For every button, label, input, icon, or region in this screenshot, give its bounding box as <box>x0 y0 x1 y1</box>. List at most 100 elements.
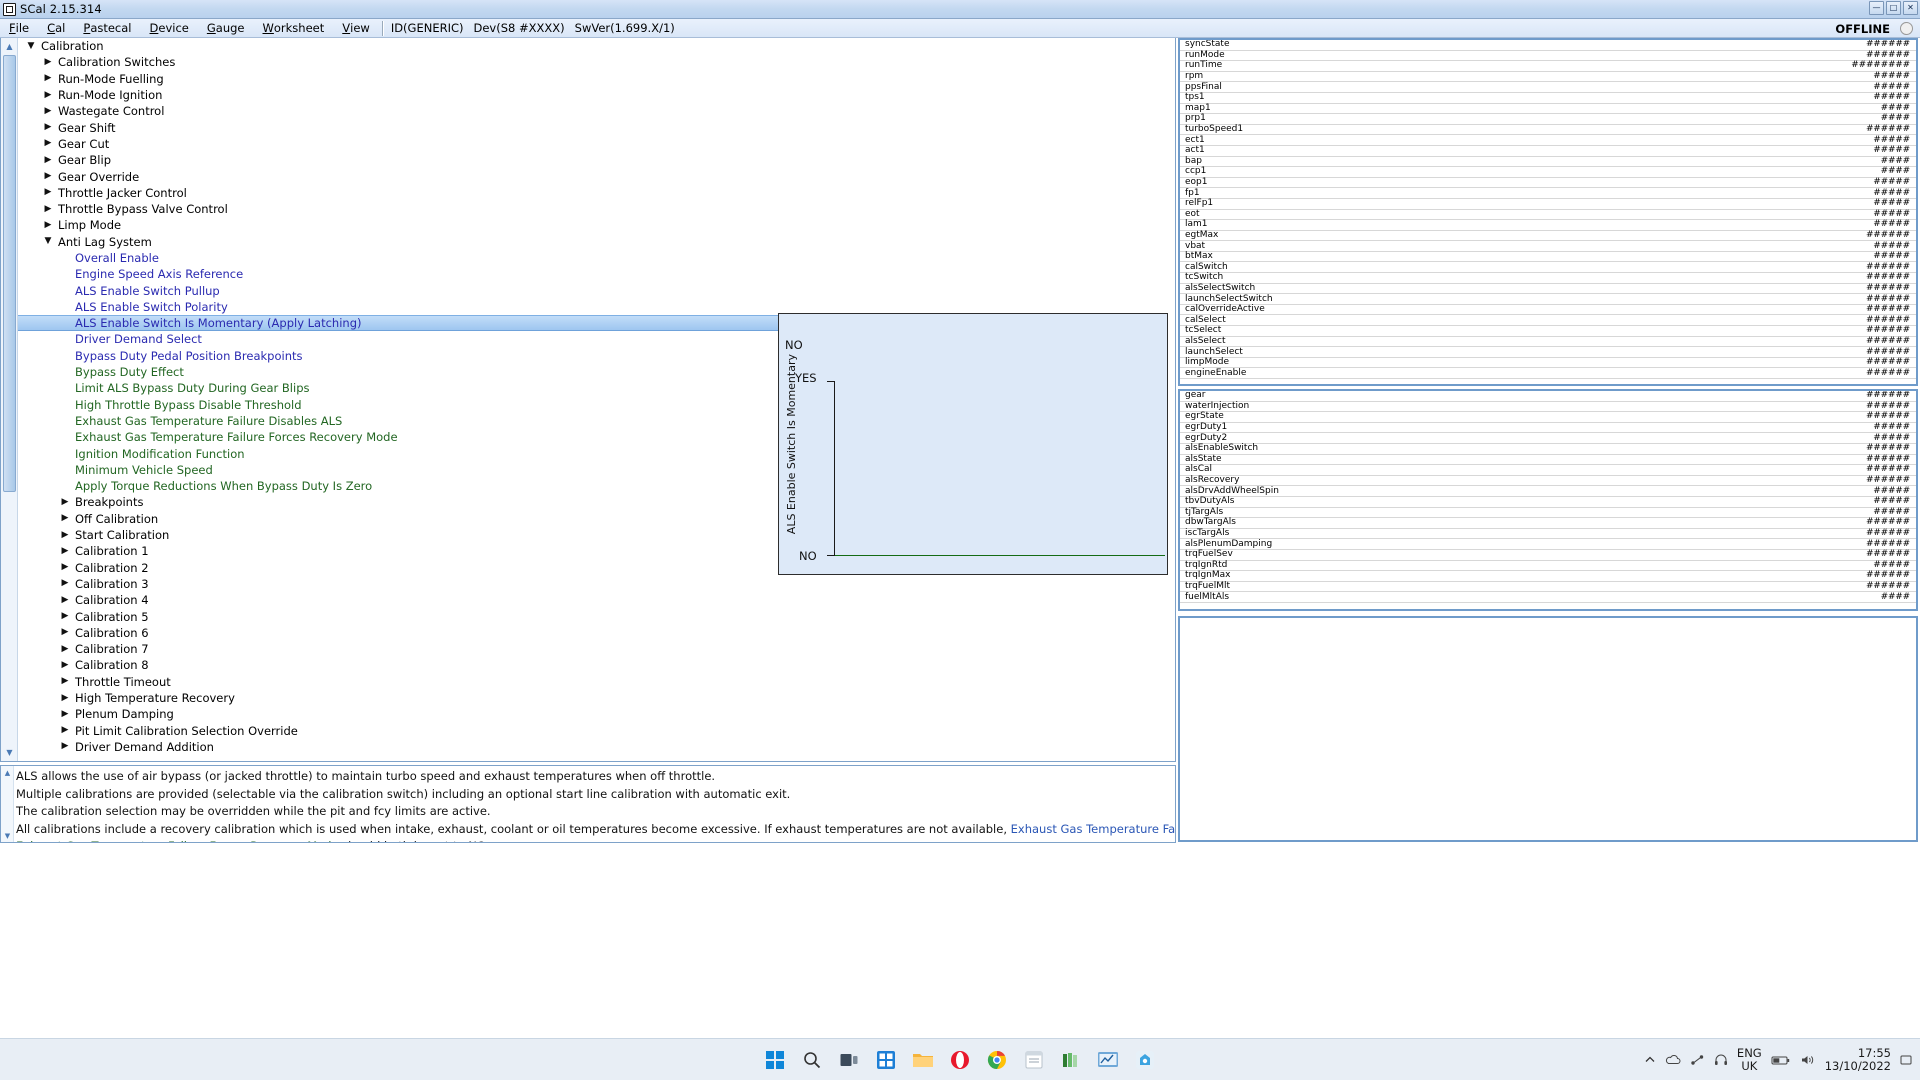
description-scroll-down-icon[interactable]: ▼ <box>2 830 13 841</box>
gauge-row[interactable]: vbat##### <box>1180 241 1916 252</box>
tray-network-share-icon[interactable] <box>1690 1054 1705 1066</box>
chevron-right-icon[interactable]: ▶ <box>58 710 72 719</box>
chevron-right-icon[interactable]: ▶ <box>58 579 72 588</box>
gauge-row[interactable]: ppsFinal##### <box>1180 82 1916 93</box>
store-icon[interactable] <box>1132 1047 1158 1073</box>
chevron-right-icon[interactable]: ▶ <box>58 596 72 605</box>
tree-item[interactable]: ▼Anti Lag System <box>18 234 1175 250</box>
scroll-up-icon[interactable]: ▲ <box>3 40 16 53</box>
windows-start-icon[interactable] <box>762 1047 788 1073</box>
gauge-row[interactable]: alsCal###### <box>1180 465 1916 476</box>
gauge-row[interactable]: rpm##### <box>1180 72 1916 83</box>
chevron-right-icon[interactable]: ▶ <box>41 156 55 165</box>
description-scroll-up-icon[interactable]: ▲ <box>2 767 13 778</box>
file-explorer-icon[interactable] <box>910 1047 936 1073</box>
gauge-row[interactable]: egrState###### <box>1180 412 1916 423</box>
notepad-icon[interactable] <box>1021 1047 1047 1073</box>
chevron-right-icon[interactable]: ▶ <box>58 531 72 540</box>
tree-item[interactable]: ALS Enable Switch Is Momentary (Apply La… <box>18 315 780 331</box>
calibration-chart-panel[interactable]: NO ALS Enable Switch Is Momentary YES NO <box>778 313 1168 575</box>
gauge-row[interactable]: tjTargAls##### <box>1180 508 1916 519</box>
tree-scrollbar[interactable]: ▲ ▼ <box>1 38 18 761</box>
gauge-row[interactable]: fuelMltAls#### <box>1180 592 1916 603</box>
tree-item[interactable]: ▶Calibration Switches <box>18 54 1175 70</box>
menu-file[interactable]: File <box>0 19 38 38</box>
tree-item[interactable]: ▶Gear Override <box>18 168 1175 184</box>
tree-item[interactable]: ▶Calibration 7 <box>18 641 1175 657</box>
tree-item[interactable]: ▶Calibration 4 <box>18 592 1175 608</box>
gauge-row[interactable]: alsSelect###### <box>1180 337 1916 348</box>
chevron-right-icon[interactable]: ▶ <box>58 498 72 507</box>
chevron-right-icon[interactable]: ▶ <box>41 123 55 132</box>
gauge-row[interactable]: act1##### <box>1180 146 1916 157</box>
tree-item[interactable]: ▶Wastegate Control <box>18 103 1175 119</box>
tree-item[interactable]: ▶Gear Blip <box>18 152 1175 168</box>
tray-notifications-icon[interactable] <box>1900 1054 1912 1066</box>
chevron-right-icon[interactable]: ▶ <box>58 547 72 556</box>
chevron-right-icon[interactable]: ▶ <box>58 742 72 751</box>
menu-device[interactable]: Device <box>141 19 198 38</box>
tree-item[interactable]: ▶Throttle Timeout <box>18 674 1175 690</box>
gauge-row[interactable]: alsState###### <box>1180 455 1916 466</box>
tray-headset-icon[interactable] <box>1714 1054 1728 1066</box>
gauge-row[interactable]: egrDuty1##### <box>1180 423 1916 434</box>
gauge-row[interactable]: tps1##### <box>1180 93 1916 104</box>
gauge-row[interactable]: tbvDutyAls##### <box>1180 497 1916 508</box>
tree-item[interactable]: ▶Run-Mode Ignition <box>18 87 1175 103</box>
gauge-row[interactable]: calOverrideActive###### <box>1180 305 1916 316</box>
gauge-row[interactable]: trqFuelSev###### <box>1180 550 1916 561</box>
description-link[interactable]: Exhaust Gas Temperature Failure Disables… <box>1011 822 1176 836</box>
gauge-row[interactable]: trqIgnRtd##### <box>1180 561 1916 572</box>
chevron-right-icon[interactable]: ▶ <box>41 139 55 148</box>
scroll-down-icon[interactable]: ▼ <box>3 746 16 759</box>
gauge-row[interactable]: launchSelect###### <box>1180 347 1916 358</box>
gauge-row[interactable]: turboSpeed1###### <box>1180 125 1916 136</box>
description-scrollbar[interactable]: ▲ ▼ <box>1 766 14 842</box>
tree-item[interactable]: ▶Run-Mode Fuelling <box>18 71 1175 87</box>
chevron-right-icon[interactable]: ▶ <box>41 58 55 67</box>
gauge-panel-primary[interactable]: syncState######runMode######runTime#####… <box>1178 38 1918 386</box>
tree-item[interactable]: ▶Calibration 6 <box>18 625 1175 641</box>
gauge-row[interactable]: calSwitch###### <box>1180 262 1916 273</box>
chevron-right-icon[interactable]: ▶ <box>58 514 72 523</box>
chevron-right-icon[interactable]: ▶ <box>58 661 72 670</box>
gauge-row[interactable]: alsEnableSwitch###### <box>1180 444 1916 455</box>
gauge-row[interactable]: calSelect###### <box>1180 315 1916 326</box>
chevron-right-icon[interactable]: ▶ <box>58 645 72 654</box>
gauge-row[interactable]: trqIgnMax###### <box>1180 571 1916 582</box>
chevron-right-icon[interactable]: ▶ <box>58 677 72 686</box>
tray-language-indicator[interactable]: ENG UK <box>1737 1047 1762 1073</box>
tree-item[interactable]: Overall Enable <box>18 250 1175 266</box>
chevron-down-icon[interactable]: ▼ <box>24 42 38 51</box>
gauge-row[interactable]: limpMode###### <box>1180 358 1916 369</box>
tree-item[interactable]: ▼Calibration <box>18 38 1175 54</box>
books-icon[interactable] <box>1058 1047 1084 1073</box>
gauge-row[interactable]: fp1##### <box>1180 188 1916 199</box>
gauge-row[interactable]: ccp1#### <box>1180 167 1916 178</box>
gauge-row[interactable]: prp1#### <box>1180 114 1916 125</box>
gauge-row[interactable]: eot##### <box>1180 210 1916 221</box>
chevron-right-icon[interactable]: ▶ <box>41 107 55 116</box>
gauge-row[interactable]: runTime######## <box>1180 61 1916 72</box>
tree-item[interactable]: ▶Limp Mode <box>18 217 1175 233</box>
opera-icon[interactable] <box>947 1047 973 1073</box>
tree-item[interactable]: ▶Calibration 8 <box>18 657 1175 673</box>
gauge-panel-secondary[interactable]: gear######waterInjection######egrState##… <box>1178 389 1918 611</box>
gauge-row[interactable]: map1#### <box>1180 104 1916 115</box>
task-view-icon[interactable] <box>836 1047 862 1073</box>
gauge-row[interactable]: alsRecovery###### <box>1180 476 1916 487</box>
close-button[interactable]: ✕ <box>1903 1 1918 15</box>
tree-item[interactable]: ▶Calibration 3 <box>18 576 1175 592</box>
gauge-row[interactable]: tcSwitch###### <box>1180 273 1916 284</box>
tree-item[interactable]: ▶Throttle Bypass Valve Control <box>18 201 1175 217</box>
chevron-right-icon[interactable]: ▶ <box>58 612 72 621</box>
gauge-row[interactable]: bap#### <box>1180 157 1916 168</box>
chrome-icon[interactable] <box>984 1047 1010 1073</box>
tree-item[interactable]: ▶Calibration 5 <box>18 608 1175 624</box>
tray-volume-icon[interactable] <box>1800 1054 1816 1066</box>
chevron-right-icon[interactable]: ▶ <box>58 726 72 735</box>
chevron-right-icon[interactable]: ▶ <box>58 694 72 703</box>
tree-item[interactable]: ▶Pit Limit Calibration Selection Overrid… <box>18 722 1175 738</box>
search-icon[interactable] <box>799 1047 825 1073</box>
menu-view[interactable]: View <box>333 19 379 38</box>
